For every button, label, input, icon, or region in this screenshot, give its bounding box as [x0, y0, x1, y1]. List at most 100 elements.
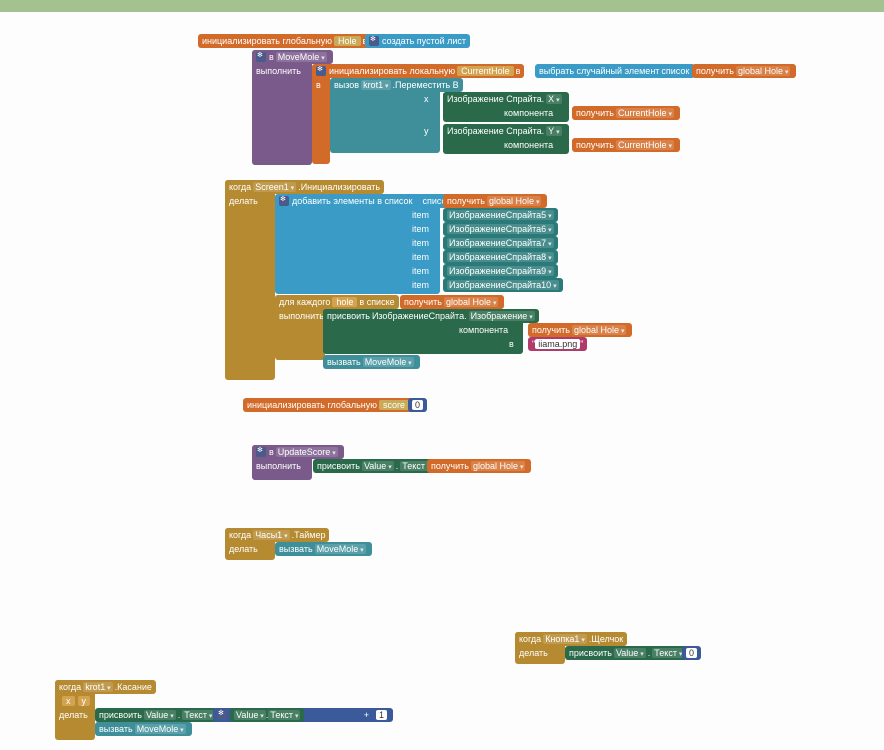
- var-name[interactable]: score: [379, 400, 409, 410]
- zero-block-1[interactable]: 0: [408, 398, 427, 412]
- var-dropdown[interactable]: global Hole: [736, 66, 791, 76]
- string-iiama-block[interactable]: "iiama.png": [528, 337, 587, 351]
- proc-dropdown[interactable]: MoveMole: [315, 544, 366, 554]
- number-field[interactable]: 1: [376, 710, 387, 720]
- get-global-hole-2[interactable]: получить global Hole: [443, 194, 547, 208]
- proc-name[interactable]: UpdateScore: [276, 447, 338, 457]
- init-global-hole-block[interactable]: инициализировать глобальную Hole в: [198, 34, 371, 48]
- var-dropdown[interactable]: global Hole: [471, 461, 526, 471]
- var-dropdown[interactable]: global Hole: [572, 325, 627, 335]
- call-movemole-3[interactable]: вызвать MoveMole: [95, 722, 192, 736]
- gear-icon[interactable]: [256, 52, 266, 62]
- var-dropdown[interactable]: CurrentHole: [616, 140, 674, 150]
- number-field[interactable]: 0: [686, 648, 697, 658]
- get-value-text-block[interactable]: Value. Текст: [230, 708, 304, 722]
- item-label-6: item: [408, 278, 433, 292]
- proc-dropdown[interactable]: MoveMole: [363, 357, 414, 367]
- set-sprite-image-block[interactable]: присвоить ИзображениеСпрайта. Изображени…: [323, 309, 539, 323]
- proc-movemole-header[interactable]: в MoveMole: [252, 50, 333, 64]
- init-global-score-block[interactable]: инициализировать глобальную score в: [243, 398, 420, 412]
- when-krot-touched[interactable]: когда krot1 .Касание: [55, 680, 156, 694]
- gear-icon[interactable]: [316, 66, 326, 76]
- do-label: выполнить: [252, 64, 305, 78]
- when-button-click[interactable]: когда Кнопка1 .Щелчок: [515, 632, 627, 646]
- item-label-2: item: [408, 222, 433, 236]
- sprite10-block[interactable]: ИзображениеСпрайта10: [443, 278, 563, 292]
- gear-icon[interactable]: [369, 36, 379, 46]
- prop-dropdown[interactable]: Текст: [268, 710, 300, 720]
- comp-dropdown[interactable]: Value: [362, 461, 394, 471]
- prop-dropdown[interactable]: Y: [546, 126, 561, 136]
- var-dropdown[interactable]: global Hole: [444, 297, 499, 307]
- get-label: получить: [532, 325, 570, 335]
- init-local-block[interactable]: инициализировать локальную CurrentHole в: [312, 64, 524, 78]
- get-label: получить: [576, 108, 614, 118]
- component-dropdown[interactable]: krot1: [361, 80, 390, 90]
- set-label: присвоить: [317, 461, 360, 471]
- sprite6-block[interactable]: ИзображениеСпрайта6: [443, 222, 558, 236]
- prop-dropdown[interactable]: Текст: [652, 648, 684, 658]
- loop-var[interactable]: hole: [332, 297, 357, 307]
- component-y-label: компонента: [500, 138, 557, 152]
- var-name[interactable]: CurrentHole: [457, 66, 514, 76]
- sprite9-block[interactable]: ИзображениеСпрайта9: [443, 264, 558, 278]
- comp-dropdown[interactable]: Value: [614, 648, 646, 658]
- sprite5-block[interactable]: ИзображениеСпрайта5: [443, 208, 558, 222]
- proc-dropdown[interactable]: MoveMole: [135, 724, 186, 734]
- comp-dropdown[interactable]: Value: [234, 710, 266, 720]
- component-dropdown[interactable]: Часы1: [253, 530, 289, 540]
- sprite-y-block[interactable]: Изображение Спрайта. Y: [443, 124, 568, 138]
- prop-dropdown[interactable]: X: [546, 94, 561, 104]
- get-global-hole-4[interactable]: получить global Hole: [528, 323, 632, 337]
- prop-dropdown[interactable]: Текст: [182, 710, 214, 720]
- foreach-block[interactable]: для каждого hole в списке: [275, 295, 399, 309]
- do-label-6: делать: [55, 708, 92, 722]
- component-dropdown[interactable]: Кнопка1: [543, 634, 587, 644]
- sprite7-block[interactable]: ИзображениеСпрайта7: [443, 236, 558, 250]
- prop-dropdown[interactable]: Изображение: [469, 311, 535, 321]
- set-value-text-2[interactable]: присвоить Value. Текст в: [565, 646, 695, 660]
- do-label-4: делать: [225, 542, 262, 556]
- number-field[interactable]: 0: [412, 400, 423, 410]
- var-dropdown[interactable]: CurrentHole: [616, 108, 674, 118]
- inlist-label: в списке: [359, 297, 394, 307]
- call-moveto-block[interactable]: вызов krot1 .Переместить В: [330, 78, 463, 92]
- proc-name[interactable]: MoveMole: [276, 52, 327, 62]
- when-screen-init[interactable]: когда Screen1 .Инициализировать: [225, 180, 384, 194]
- set-label: присвоить: [99, 710, 142, 720]
- sprite-x-block[interactable]: Изображение Спрайта. X: [443, 92, 568, 106]
- call-movemole-2[interactable]: вызвать MoveMole: [275, 542, 372, 556]
- call-movemole-1[interactable]: вызвать MoveMole: [323, 355, 420, 369]
- sprite8-block[interactable]: ИзображениеСпрайта8: [443, 250, 558, 264]
- comp-label: ИзображениеСпрайта.: [372, 311, 467, 321]
- gear-icon[interactable]: [256, 447, 266, 457]
- blocks-canvas[interactable]: инициализировать глобальную Hole в созда…: [0, 12, 884, 750]
- set-value-text-1[interactable]: присвоить Value. Текст в: [313, 459, 443, 473]
- text-field[interactable]: iiama.png: [535, 339, 580, 349]
- comp-dropdown[interactable]: Value: [144, 710, 176, 720]
- var-dropdown[interactable]: global Hole: [487, 196, 542, 206]
- component-dropdown[interactable]: Screen1: [253, 182, 296, 192]
- gear-icon[interactable]: [217, 710, 227, 720]
- get-currenthole-2[interactable]: получить CurrentHole: [572, 138, 680, 152]
- param-x[interactable]: x: [62, 696, 75, 706]
- pick-random-block[interactable]: выбрать случайный элемент список: [535, 64, 695, 78]
- event-label: .Инициализировать: [298, 182, 380, 192]
- get-currenthole-1[interactable]: получить CurrentHole: [572, 106, 680, 120]
- when-clock-timer[interactable]: когда Часы1 .Таймер: [225, 528, 329, 542]
- get-global-hole-5[interactable]: получить global Hole: [427, 459, 531, 473]
- local-in-label: в: [312, 78, 325, 92]
- add-items-block[interactable]: добавить элементы в список список: [275, 194, 456, 208]
- set-value-text-3[interactable]: присвоить Value. Текст в: [95, 708, 225, 722]
- event-label: .Щелчок: [589, 634, 623, 644]
- zero-block-2[interactable]: 0: [682, 646, 701, 660]
- get-global-hole-3[interactable]: получить global Hole: [400, 295, 504, 309]
- create-empty-list-block[interactable]: создать пустой лист: [365, 34, 470, 48]
- call-label: вызов: [334, 80, 359, 90]
- proc-updatescore-header[interactable]: в UpdateScore: [252, 445, 344, 459]
- get-global-hole-1[interactable]: получить global Hole: [692, 64, 796, 78]
- gear-icon[interactable]: [279, 196, 289, 206]
- var-name[interactable]: Hole: [334, 36, 361, 46]
- param-y[interactable]: y: [78, 696, 91, 706]
- component-dropdown[interactable]: krot1: [83, 682, 112, 692]
